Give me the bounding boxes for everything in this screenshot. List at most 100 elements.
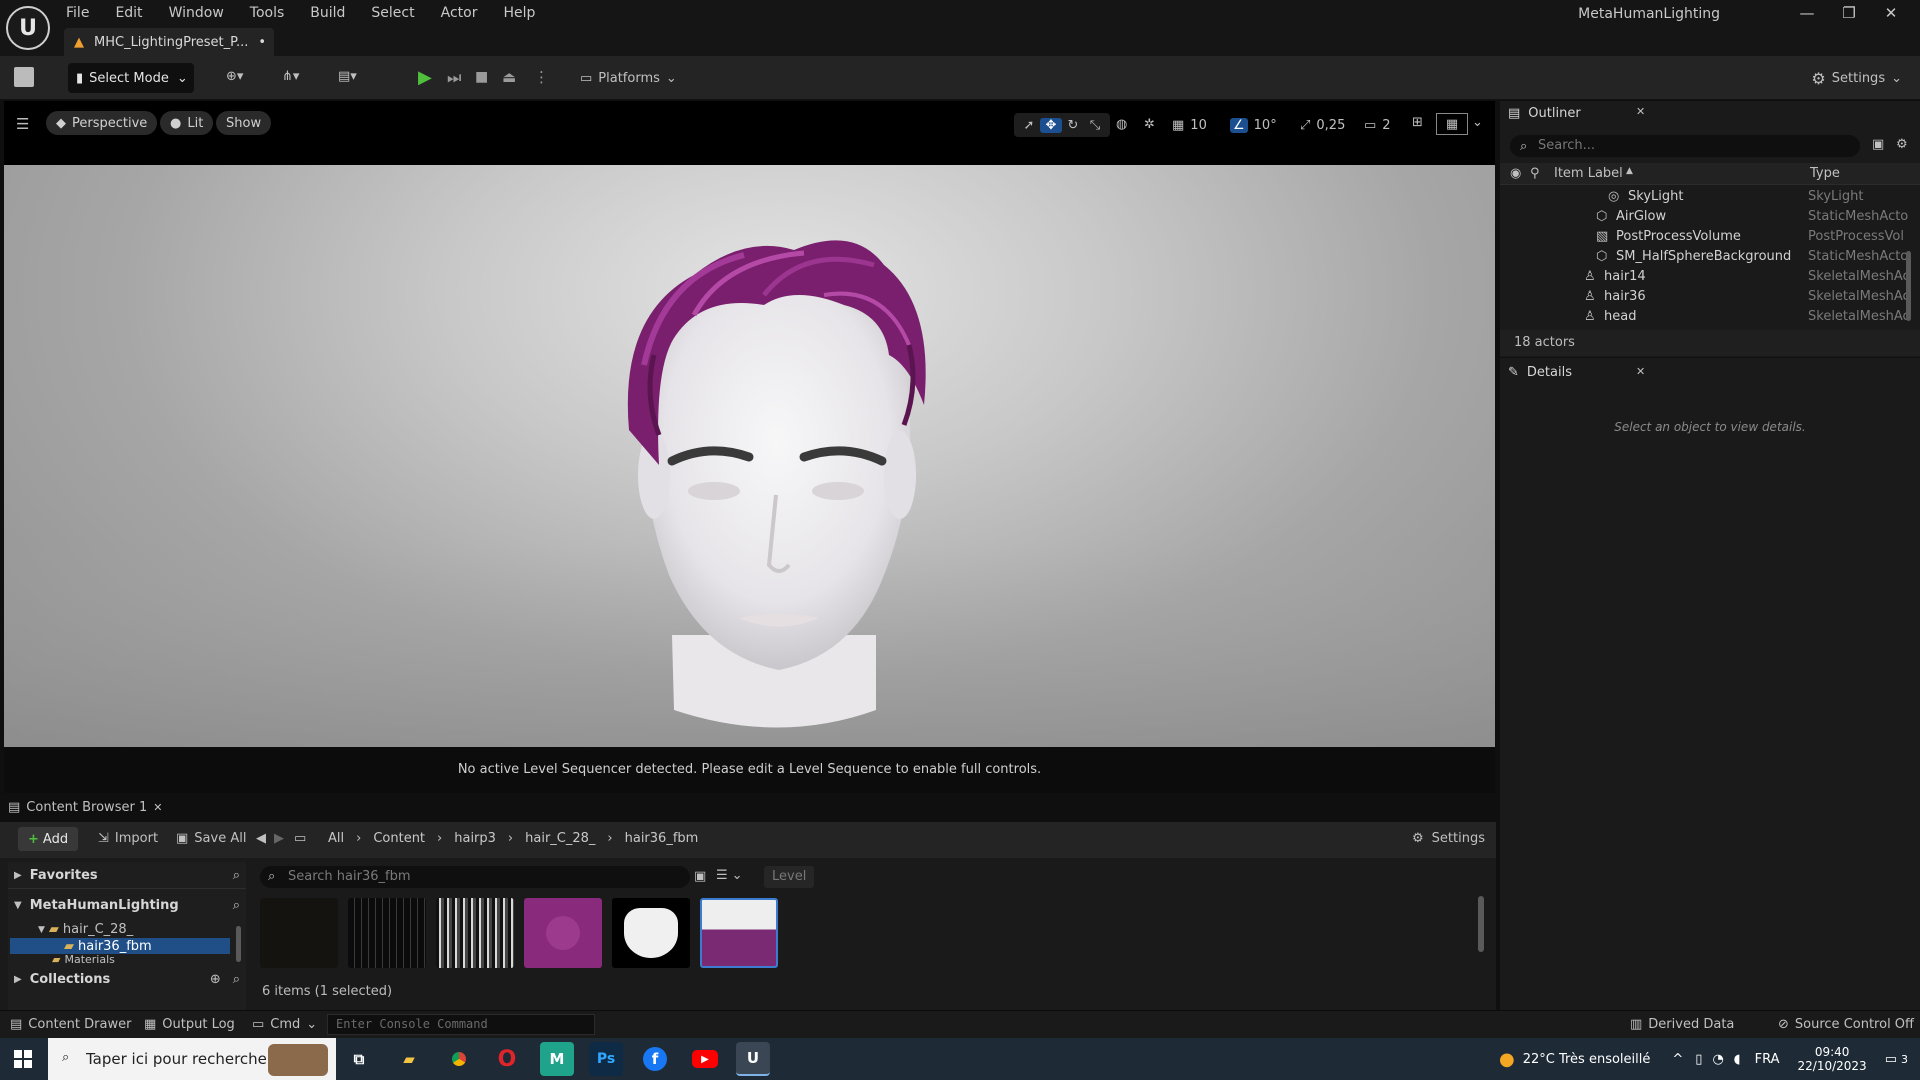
translate-tool-icon[interactable]: ✥ bbox=[1040, 117, 1062, 133]
filter-dropdown[interactable]: ☰ ⌄ bbox=[716, 868, 743, 883]
select-tool-icon[interactable]: ➚ bbox=[1018, 118, 1040, 133]
restore-icon[interactable]: ❐ bbox=[1828, 4, 1870, 22]
asset-scrollbar[interactable] bbox=[1478, 896, 1484, 952]
breadcrumb-hair36-fbm[interactable]: hair36_fbm bbox=[625, 831, 699, 846]
camera-speed[interactable]: ▭ 2 bbox=[1364, 113, 1391, 137]
content-browser-tab[interactable]: ▤ Content Browser 1 ✕ bbox=[8, 800, 162, 815]
source-control-button[interactable]: ⊘ Source Control Off bbox=[1778, 1017, 1914, 1032]
battery-icon[interactable]: ▯ bbox=[1695, 1052, 1702, 1067]
folder-tree-item[interactable]: ▰ Materials bbox=[52, 954, 115, 964]
close-icon[interactable]: ✕ bbox=[153, 801, 162, 814]
world-local-icon[interactable]: ◍ bbox=[1116, 117, 1127, 132]
menu-actor[interactable]: Actor bbox=[441, 5, 478, 21]
save-search-icon[interactable]: ▣ bbox=[694, 869, 706, 884]
visibility-icon[interactable]: ◉ bbox=[1510, 166, 1521, 181]
menu-tools[interactable]: Tools bbox=[250, 5, 285, 21]
item-label-column[interactable]: Item Label bbox=[1554, 166, 1623, 181]
close-window-icon[interactable]: ✕ bbox=[1870, 4, 1912, 22]
add-button[interactable]: + Add bbox=[18, 827, 79, 851]
viewport-menu-icon[interactable]: ☰ bbox=[16, 115, 29, 133]
tree-scrollbar[interactable] bbox=[236, 926, 241, 962]
menu-select[interactable]: Select bbox=[371, 5, 414, 21]
facebook-icon[interactable]: f bbox=[638, 1042, 672, 1076]
search-icon[interactable]: ⌕ bbox=[233, 868, 240, 883]
minimize-icon[interactable]: — bbox=[1786, 4, 1828, 22]
level-document-tab[interactable]: ▲ MHC_LightingPreset_P... • bbox=[64, 28, 274, 56]
select-mode-dropdown[interactable]: ▮ Select Mode ⌄ bbox=[68, 63, 194, 93]
outliner-row[interactable]: ♙ hair14 SkeletalMeshAc bbox=[1500, 269, 1920, 289]
rotation-snap[interactable]: ∠ 10° bbox=[1230, 113, 1277, 137]
level-filter-chip[interactable]: Level bbox=[764, 866, 815, 888]
outliner-row[interactable]: ♙ head SkeletalMeshAc bbox=[1500, 309, 1920, 329]
close-icon[interactable]: ✕ bbox=[1636, 105, 1645, 118]
content-settings-button[interactable]: ⚙ Settings bbox=[1412, 831, 1485, 846]
clock[interactable]: 09:40 22/10/2023 bbox=[1798, 1045, 1867, 1073]
asset-thumbnail[interactable] bbox=[612, 898, 690, 968]
menu-build[interactable]: Build bbox=[310, 5, 345, 21]
console-command-input[interactable]: Enter Console Command bbox=[327, 1014, 595, 1035]
stop-button[interactable]: ■ bbox=[475, 69, 488, 85]
outliner-row[interactable]: ◎ SkyLight SkyLight bbox=[1500, 189, 1920, 209]
outliner-tab[interactable]: ▤ Outliner bbox=[1500, 101, 1650, 125]
scale-tool-icon[interactable]: ⤡ bbox=[1084, 118, 1106, 133]
viewport-layout-icon[interactable]: ▦ bbox=[1436, 113, 1468, 135]
forward-icon[interactable]: ▶ bbox=[274, 831, 284, 846]
platforms-dropdown[interactable]: ▭ Platforms ⌄ bbox=[580, 63, 677, 93]
weather-text[interactable]: 22°C Très ensoleillé bbox=[1523, 1052, 1651, 1067]
cinematics-button[interactable]: ▤▾ bbox=[338, 69, 357, 84]
wifi-icon[interactable]: ◔ bbox=[1712, 1052, 1723, 1067]
breadcrumb-hairp3[interactable]: hairp3 bbox=[454, 831, 496, 846]
breadcrumb-content[interactable]: Content bbox=[373, 831, 425, 846]
opera-icon[interactable]: O bbox=[490, 1042, 524, 1076]
level-viewport[interactable]: ☰ ◆ Perspective ● Lit Show ➚ ✥ ↻ ⤡ ◍ ✲ ▦… bbox=[4, 101, 1495, 793]
scale-snap[interactable]: ⤢ 0,25 bbox=[1300, 113, 1345, 137]
asset-thumbnail-selected[interactable] bbox=[700, 898, 778, 968]
advance-frame-button[interactable]: ⏭ bbox=[447, 68, 461, 88]
unreal-logo-icon[interactable]: U bbox=[6, 6, 50, 50]
maximize-viewport-icon[interactable]: ⊞ bbox=[1412, 115, 1423, 130]
lit-button[interactable]: ● Lit bbox=[160, 111, 214, 135]
add-collection-icon[interactable]: ⊕ bbox=[210, 972, 221, 987]
viewport-scene[interactable] bbox=[4, 165, 1495, 747]
grid-snap[interactable]: ▦ 10 bbox=[1172, 113, 1207, 137]
derived-data-button[interactable]: ▥ Derived Data bbox=[1630, 1017, 1734, 1032]
surface-snap-icon[interactable]: ✲ bbox=[1144, 117, 1155, 132]
menu-window[interactable]: Window bbox=[169, 5, 224, 21]
save-all-button[interactable]: ▣ Save All bbox=[176, 831, 246, 846]
content-drawer-button[interactable]: ▤ Content Drawer bbox=[10, 1017, 131, 1032]
project-section[interactable]: ▼ MetaHumanLighting ⌕ bbox=[14, 898, 240, 913]
close-icon[interactable]: ✕ bbox=[1636, 365, 1645, 378]
outliner-search-input[interactable]: Search... bbox=[1510, 135, 1860, 157]
outliner-row[interactable]: ⬡ SM_HalfSphereBackground StaticMeshActo bbox=[1500, 249, 1920, 269]
asset-thumbnail[interactable] bbox=[524, 898, 602, 968]
photoshop-icon[interactable]: Ps bbox=[589, 1042, 623, 1076]
notifications-icon[interactable]: ▭ bbox=[1885, 1052, 1897, 1067]
youtube-icon[interactable]: ▶ bbox=[688, 1042, 722, 1076]
import-button[interactable]: ⇲ Import bbox=[98, 831, 158, 846]
volume-icon[interactable]: ◖ bbox=[1734, 1052, 1741, 1067]
menu-help[interactable]: Help bbox=[503, 5, 535, 21]
asset-search-input[interactable]: Search hair36_fbm bbox=[260, 866, 690, 888]
favorites-section[interactable]: ▶ Favorites ⌕ bbox=[14, 868, 240, 883]
type-column[interactable]: Type bbox=[1810, 166, 1840, 181]
cmd-dropdown[interactable]: ▭ Cmd ⌄ bbox=[252, 1017, 317, 1032]
task-view-icon[interactable]: ⧉ bbox=[342, 1042, 376, 1076]
search-icon[interactable]: ⌕ bbox=[233, 972, 240, 987]
blueprint-button[interactable]: ⋔▾ bbox=[282, 69, 299, 84]
chevron-down-icon[interactable]: ⌄ bbox=[1472, 115, 1483, 130]
show-button[interactable]: Show bbox=[216, 111, 272, 135]
play-options-button[interactable]: ⋮ bbox=[534, 68, 549, 86]
outliner-row[interactable]: ▧ PostProcessVolume PostProcessVol bbox=[1500, 229, 1920, 249]
menu-edit[interactable]: Edit bbox=[115, 5, 142, 21]
breadcrumb-hair-c-28[interactable]: hair_C_28_ bbox=[525, 831, 595, 846]
asset-thumbnail[interactable] bbox=[436, 898, 514, 968]
menu-file[interactable]: File bbox=[66, 5, 89, 21]
perspective-button[interactable]: ◆ Perspective bbox=[46, 111, 158, 135]
save-icon[interactable] bbox=[14, 67, 34, 87]
chrome-icon[interactable] bbox=[442, 1042, 476, 1076]
file-explorer-icon[interactable]: ▰ bbox=[392, 1042, 426, 1076]
play-button[interactable]: ▶ bbox=[418, 67, 432, 88]
pin-icon[interactable]: ⚲ bbox=[1530, 166, 1540, 181]
back-icon[interactable]: ◀ bbox=[256, 831, 266, 846]
tray-expand-icon[interactable]: ^ bbox=[1672, 1052, 1683, 1067]
